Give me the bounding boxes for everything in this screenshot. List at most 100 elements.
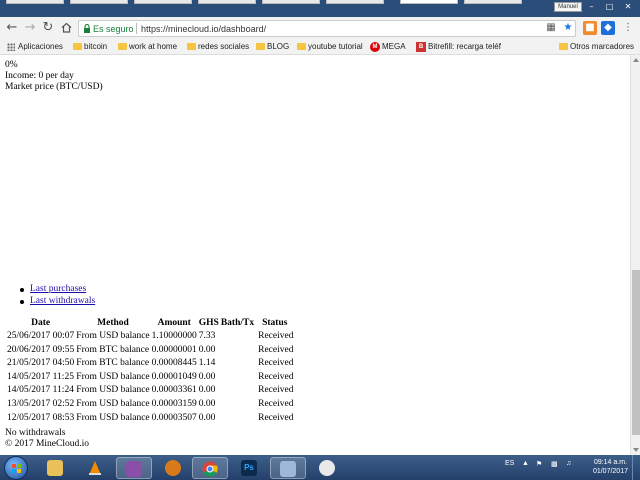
page-content: 0% Income: 0 per day Market price (BTC/U… <box>0 55 630 455</box>
lock-icon <box>84 24 90 33</box>
chrome-icon <box>202 461 218 477</box>
table-body: 25/06/2017 00:07 From USD balance 1.100000… <box>7 330 293 425</box>
cell-method: From USD balance <box>76 398 150 409</box>
bookmark-bitrefill[interactable]: B Bitrefill: recarga teléf <box>416 40 544 54</box>
minimize-button[interactable]: – <box>583 1 600 13</box>
column-header-amount: Amount <box>157 318 191 328</box>
menu-icon[interactable]: ⋮ <box>621 21 635 35</box>
cell-status: Received <box>258 385 294 396</box>
browser-tab[interactable] <box>70 0 128 4</box>
bookmark-blog[interactable]: BLOG <box>255 40 289 54</box>
bookmark-youtube-tutorial[interactable]: youtube tutorial <box>296 40 363 54</box>
table-row: 12/05/2017 08:53 From USD balance 0.000035… <box>7 412 293 426</box>
profile-button[interactable]: Manuel <box>554 2 582 12</box>
bookmark-aplicaciones[interactable]: Aplicaciones <box>6 40 63 54</box>
taskbar-app-photoshop[interactable]: Ps <box>232 457 268 479</box>
home-button[interactable] <box>58 20 74 36</box>
cell-status: Received <box>258 344 294 355</box>
scroll-up-arrow-icon[interactable] <box>633 58 639 62</box>
cell-amount: 0.00008445 <box>151 358 197 369</box>
show-hidden-icons-icon[interactable]: ▲ <box>522 460 529 467</box>
back-button[interactable]: ← <box>4 20 20 36</box>
bookmark-star-icon[interactable]: ★ <box>561 21 575 35</box>
url-text[interactable]: https://minecloud.io/dashboard/ <box>141 23 266 35</box>
folder-icon <box>118 43 127 50</box>
cell-status: Received <box>258 331 294 341</box>
extension-icon[interactable]: ■ <box>583 21 597 35</box>
cell-status: Received <box>258 371 294 382</box>
taskbar-app-paint[interactable] <box>310 457 346 479</box>
address-bar[interactable]: Es seguro https://minecloud.io/dashboard… <box>78 20 576 37</box>
cell-date: 25/06/2017 00:07 <box>7 331 75 341</box>
taskbar-app-chrome[interactable] <box>192 457 228 479</box>
flag-icon[interactable]: ⚑ <box>536 460 542 468</box>
folder-icon <box>297 43 306 50</box>
browser-tab[interactable] <box>6 0 64 4</box>
browser-tab[interactable] <box>262 0 320 4</box>
cell-bath-tx <box>221 344 254 358</box>
column-header-status: Status <box>262 318 288 328</box>
cell-bath-tx <box>221 357 254 371</box>
bookmark-bitcoin[interactable]: bitcoin <box>72 40 107 54</box>
folder-icon <box>187 43 196 50</box>
browser-tab[interactable] <box>198 0 256 4</box>
browser-tab[interactable] <box>134 0 192 4</box>
home-icon <box>61 22 71 33</box>
bookmark-label: MEGA <box>382 42 406 51</box>
last-withdrawals-link[interactable]: Last withdrawals <box>30 296 95 306</box>
extension-shield-icon[interactable]: ◆ <box>601 21 615 35</box>
reload-button[interactable]: ↻ <box>40 20 56 36</box>
progress-percent: 0% <box>5 60 18 70</box>
bookmark-mega[interactable]: M MEGA <box>370 40 406 54</box>
browser-toolbar: ← → ↻ Es seguro https://minecloud.io/das… <box>0 17 640 39</box>
paint-icon <box>319 460 335 476</box>
copyright-text: © 2017 MineCloud.io <box>5 439 90 449</box>
language-indicator[interactable]: ES <box>505 460 514 467</box>
cell-status: Received <box>258 358 294 369</box>
start-button[interactable] <box>4 456 28 480</box>
translate-icon[interactable]: ▦ <box>544 21 558 35</box>
cell-date: 20/06/2017 09:55 <box>7 344 75 355</box>
system-clock[interactable]: 09:14 a.m. 01/07/2017 <box>593 458 628 476</box>
close-window-button[interactable]: ✕ <box>618 1 638 13</box>
scroll-down-arrow-icon[interactable] <box>633 448 639 452</box>
bookmarks-bar: Aplicaciones bitcoin work at home redes … <box>0 39 640 55</box>
cell-date: 14/05/2017 11:25 <box>7 371 74 382</box>
cell-bath-tx <box>221 330 254 344</box>
bitcoin-wallet-icon <box>165 460 181 476</box>
volume-icon[interactable]: ♫ <box>566 460 571 467</box>
column-header-date: Date <box>31 318 51 328</box>
cell-bath-tx <box>221 412 254 426</box>
windows-taskbar: Ps ES ▲ ⚑ ▩ ♫ 09:14 a.m. 01/07/2017 <box>0 455 640 480</box>
show-desktop-button[interactable] <box>632 455 640 480</box>
network-icon[interactable]: ▩ <box>551 460 558 468</box>
bookmark-work-at-home[interactable]: work at home <box>117 40 177 54</box>
bitrefill-icon: B <box>416 42 426 52</box>
bookmark-redes-sociales[interactable]: redes sociales <box>186 40 249 54</box>
cell-method: From USD balance <box>76 371 150 382</box>
cell-ghs: 1.14 <box>198 358 216 369</box>
maximize-button[interactable]: □ <box>601 1 618 13</box>
taskbar-app-file-explorer[interactable] <box>38 457 74 479</box>
browser-tab[interactable] <box>464 0 522 4</box>
no-withdrawals-text: No withdrawals <box>5 428 66 438</box>
bookmark-label: work at home <box>129 42 178 51</box>
cell-amount: 0.00003507 <box>151 412 197 423</box>
list-item: Last purchases <box>20 284 95 296</box>
cell-status: Received <box>258 412 294 423</box>
vertical-scrollbar[interactable] <box>630 55 640 455</box>
forward-button[interactable]: → <box>22 20 38 36</box>
taskbar-app-winrar[interactable] <box>116 457 152 479</box>
browser-tab[interactable] <box>326 0 384 4</box>
taskbar-app-network[interactable] <box>270 457 306 479</box>
browser-tab-active[interactable] <box>400 0 458 4</box>
taskbar-app-vlc[interactable] <box>78 457 114 479</box>
taskbar-app-bitcoin-wallet[interactable] <box>156 457 192 479</box>
last-purchases-link[interactable]: Last purchases <box>30 284 86 294</box>
cell-ghs: 0.00 <box>198 344 216 355</box>
network-app-icon <box>280 461 296 477</box>
cell-method: From BTC balance <box>76 358 150 369</box>
bookmark-otros-marcadores[interactable]: Otros marcadores <box>558 40 634 54</box>
secure-label: Es seguro <box>93 24 134 34</box>
scrollbar-thumb[interactable] <box>632 270 640 435</box>
